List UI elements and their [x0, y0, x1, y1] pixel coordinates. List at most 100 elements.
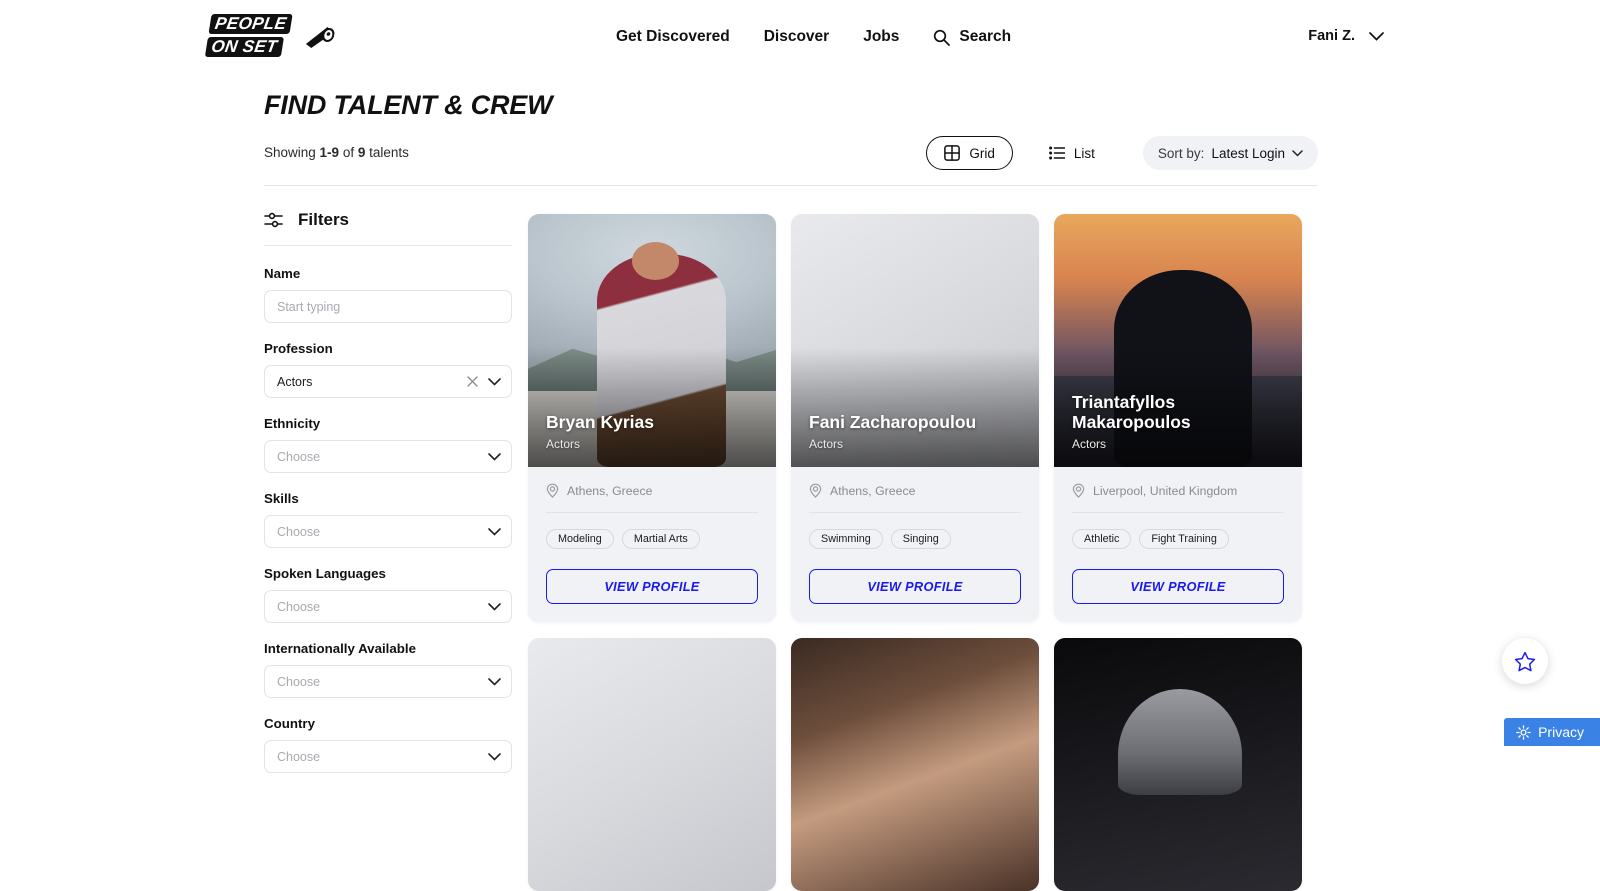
showing-suffix: talents — [365, 145, 409, 160]
nav-item-search[interactable]: Search — [933, 28, 1011, 46]
profile-photo — [528, 638, 776, 891]
view-profile-button[interactable]: VIEW PROFILE — [809, 569, 1021, 604]
sliders-icon — [264, 212, 283, 228]
location-pin-icon — [546, 483, 559, 498]
user-menu[interactable]: Fani Z. — [1308, 28, 1384, 44]
talent-card[interactable] — [1054, 638, 1302, 891]
filter-label-country: Country — [264, 716, 512, 731]
sort-label: Sort by: — [1158, 146, 1205, 161]
showing-prefix: Showing — [264, 145, 320, 160]
card-photo: Triantafyllos Makaropoulos Actors — [1054, 214, 1302, 467]
country-placeholder: Choose — [277, 750, 320, 764]
site-header: PEOPLE ON SET Get Discovered Discover Jo… — [0, 0, 1600, 78]
talent-card[interactable] — [528, 638, 776, 891]
name-input-placeholder: Start typing — [277, 300, 340, 314]
talent-tag[interactable]: Fight Training — [1139, 529, 1228, 549]
star-icon — [1514, 651, 1536, 672]
logo[interactable]: PEOPLE ON SET — [204, 14, 323, 60]
profile-photo — [791, 638, 1039, 891]
filters-title: Filters — [298, 210, 349, 230]
talent-tag[interactable]: Swimming — [809, 529, 883, 549]
filters-heading: Filters — [264, 210, 512, 245]
talent-role: Actors — [1072, 437, 1288, 451]
skills-select[interactable]: Choose — [264, 515, 512, 548]
filter-field-internationally-available: Internationally Available Choose — [264, 641, 512, 698]
chevron-down-icon[interactable] — [488, 453, 501, 461]
filter-field-country: Country Choose — [264, 716, 512, 773]
sort-dropdown[interactable]: Sort by: Latest Login — [1143, 136, 1318, 170]
card-photo: Bryan Kyrias Actors — [528, 214, 776, 467]
chevron-down-icon — [1369, 32, 1384, 41]
internationally-available-placeholder: Choose — [277, 675, 320, 689]
profession-select[interactable]: Actors — [264, 365, 512, 398]
chevron-down-icon[interactable] — [488, 678, 501, 686]
talent-name: Bryan Kyrias — [546, 413, 762, 433]
clear-icon[interactable] — [467, 376, 478, 387]
talent-location: Athens, Greece — [791, 467, 1039, 498]
talent-tag[interactable]: Singing — [891, 529, 951, 549]
talent-card[interactable]: Fani Zacharopoulou Actors Athens, Greece… — [791, 214, 1039, 622]
talent-card[interactable] — [791, 638, 1039, 891]
country-select[interactable]: Choose — [264, 740, 512, 773]
privacy-badge[interactable]: Privacy — [1504, 718, 1600, 746]
nav-item-get-discovered[interactable]: Get Discovered — [616, 28, 730, 46]
chevron-down-icon[interactable] — [488, 378, 501, 386]
list-icon — [1049, 146, 1065, 160]
nav-item-discover[interactable]: Discover — [764, 28, 829, 46]
talent-role: Actors — [546, 437, 762, 451]
chevron-down-icon — [1292, 150, 1303, 157]
talent-card[interactable]: Bryan Kyrias Actors Athens, Greece Model… — [528, 214, 776, 622]
profile-photo — [1054, 638, 1302, 891]
talent-location: Athens, Greece — [528, 467, 776, 498]
location-pin-icon — [1072, 483, 1085, 498]
talent-tag[interactable]: Modeling — [546, 529, 614, 549]
page-title: FIND TALENT & CREW — [264, 90, 552, 121]
talent-card-grid: Bryan Kyrias Actors Athens, Greece Model… — [528, 214, 1318, 891]
list-view-button[interactable]: List — [1031, 136, 1113, 170]
talent-location: Liverpool, United Kingdom — [1054, 467, 1302, 498]
showing-range: 1-9 — [320, 145, 340, 160]
filter-label-profession: Profession — [264, 341, 512, 356]
card-photo — [528, 638, 776, 891]
main-nav: Get Discovered Discover Jobs Search — [616, 28, 1011, 46]
internationally-available-select[interactable]: Choose — [264, 665, 512, 698]
ethnicity-placeholder: Choose — [277, 450, 320, 464]
filter-label-spoken-languages: Spoken Languages — [264, 566, 512, 581]
talent-tag[interactable]: Athletic — [1072, 529, 1131, 549]
talent-tag[interactable]: Martial Arts — [622, 529, 700, 549]
talent-tags: Modeling Martial Arts — [528, 513, 776, 549]
search-icon — [933, 29, 950, 46]
ethnicity-select[interactable]: Choose — [264, 440, 512, 473]
talent-card[interactable]: Triantafyllos Makaropoulos Actors Liverp… — [1054, 214, 1302, 622]
talent-location-text: Liverpool, United Kingdom — [1093, 484, 1237, 498]
view-profile-button[interactable]: VIEW PROFILE — [546, 569, 758, 604]
skills-placeholder: Choose — [277, 525, 320, 539]
logo-line-1: PEOPLE — [208, 14, 293, 34]
view-profile-button[interactable]: VIEW PROFILE — [1072, 569, 1284, 604]
filter-field-profession: Profession Actors — [264, 341, 512, 398]
nav-item-jobs[interactable]: Jobs — [863, 28, 899, 46]
name-input[interactable]: Start typing — [264, 290, 512, 323]
talent-tags: Athletic Fight Training — [1054, 513, 1302, 549]
talent-tags: Swimming Singing — [791, 513, 1039, 549]
chevron-down-icon[interactable] — [488, 753, 501, 761]
toolbar-divider — [264, 185, 1318, 186]
nav-search-label: Search — [959, 28, 1011, 46]
chevron-down-icon[interactable] — [488, 528, 501, 536]
filters-sidebar: Filters Name Start typing Profession Act… — [264, 210, 512, 791]
spoken-languages-select[interactable]: Choose — [264, 590, 512, 623]
location-pin-icon — [809, 483, 822, 498]
filters-divider — [264, 245, 512, 246]
grid-icon — [944, 145, 960, 161]
chevron-down-icon[interactable] — [488, 603, 501, 611]
favorites-fab[interactable] — [1502, 638, 1548, 684]
filter-field-ethnicity: Ethnicity Choose — [264, 416, 512, 473]
filter-field-spoken-languages: Spoken Languages Choose — [264, 566, 512, 623]
talent-name: Triantafyllos Makaropoulos — [1072, 393, 1288, 433]
talent-name: Fani Zacharopoulou — [809, 413, 1025, 433]
spoken-languages-placeholder: Choose — [277, 600, 320, 614]
filter-label-skills: Skills — [264, 491, 512, 506]
grid-view-button[interactable]: Grid — [926, 136, 1013, 170]
card-photo — [1054, 638, 1302, 891]
profession-value: Actors — [277, 375, 312, 389]
